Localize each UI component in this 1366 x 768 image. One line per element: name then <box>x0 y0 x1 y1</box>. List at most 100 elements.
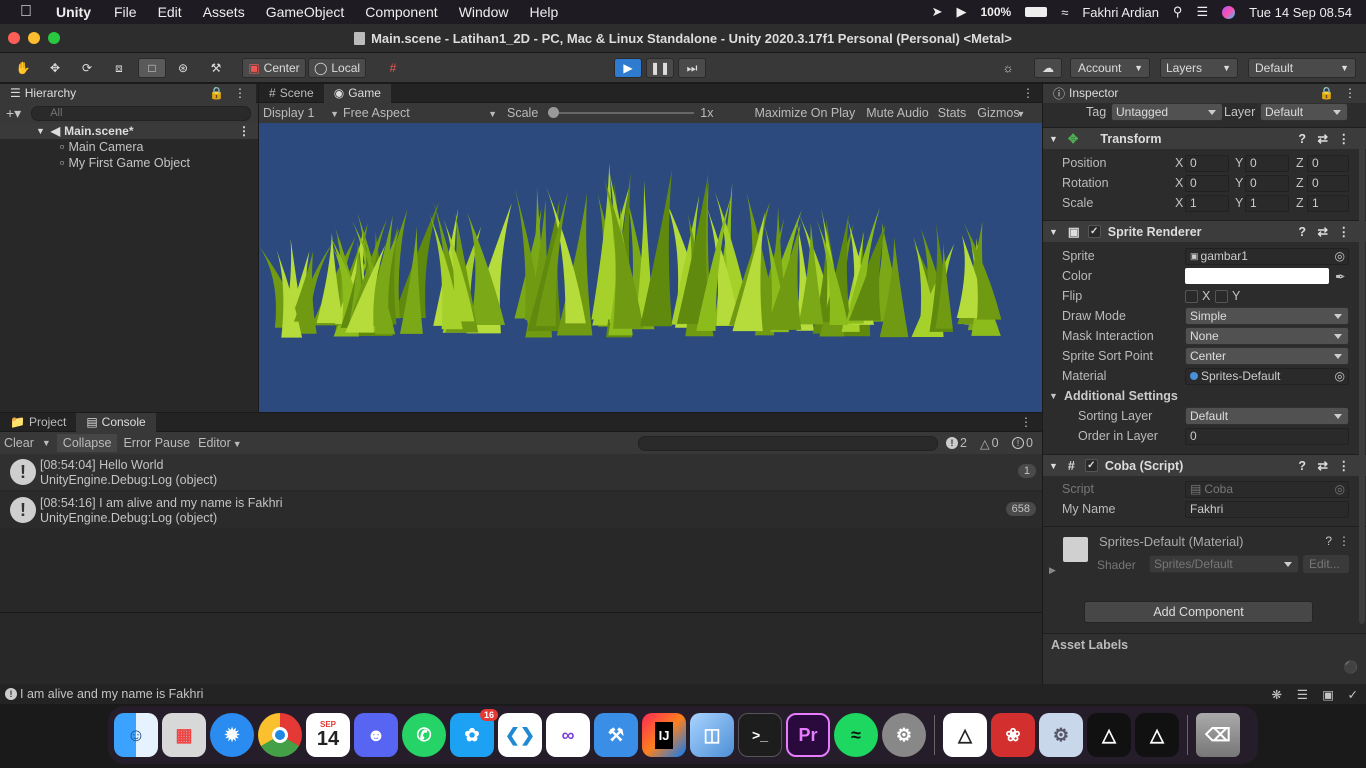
log-count-toggle[interactable]: ! 2 <box>946 436 967 450</box>
dock-whatsapp[interactable]: ✆ <box>402 713 446 757</box>
close-window-button[interactable] <box>8 32 20 44</box>
menu-edit[interactable]: Edit <box>158 4 182 20</box>
layers-dropdown[interactable]: Layers ▼ <box>1160 58 1238 78</box>
preset-icon[interactable]: ⇄ <box>1318 131 1328 146</box>
bug-icon[interactable]: ❋ <box>1272 687 1282 702</box>
lock-icon[interactable]: 🔒 <box>209 86 224 100</box>
pause-button[interactable]: ❚❚ <box>646 58 674 78</box>
menu-component[interactable]: Component <box>365 4 437 20</box>
dock-discord[interactable]: ☻ <box>354 713 398 757</box>
scale-tool-icon[interactable]: ⧈ <box>106 58 132 78</box>
help-icon[interactable]: ? <box>1325 534 1332 548</box>
dock-system-preferences[interactable]: ⚙ <box>882 713 926 757</box>
dock-spotify[interactable]: ≈ <box>834 713 878 757</box>
check-icon[interactable]: ✓ <box>1348 687 1358 702</box>
play-button[interactable]: ▶ <box>614 58 642 78</box>
pivot-center-button[interactable]: ▣ Center <box>242 58 306 78</box>
custom-tool-icon[interactable]: ⚒ <box>202 58 230 78</box>
send-icon[interactable]: ➤ <box>932 4 943 20</box>
maximize-on-play-toggle[interactable]: Maximize On Play <box>754 106 855 120</box>
object-picker-icon[interactable]: ◎ <box>1335 369 1345 383</box>
transform-tool-icon[interactable]: ⊛ <box>170 58 196 78</box>
menu-help[interactable]: Help <box>529 4 558 20</box>
flip-y-checkbox[interactable] <box>1215 289 1228 303</box>
expand-arrow-icon[interactable]: ▼ <box>1049 134 1058 144</box>
display-dropdown[interactable]: Display 1 ▼ <box>263 106 339 120</box>
scale-z-field[interactable]: 1 <box>1307 194 1349 212</box>
rotation-x-field[interactable]: 0 <box>1185 174 1229 192</box>
cache-icon[interactable]: ▣ <box>1322 687 1334 702</box>
scale-x-field[interactable]: 1 <box>1185 194 1229 212</box>
material-field[interactable]: Sprites-Default ◎ <box>1185 367 1349 385</box>
mask-interaction-dropdown[interactable]: None <box>1185 327 1349 345</box>
script-enabled-checkbox[interactable]: ✓ <box>1084 459 1098 472</box>
status-message[interactable]: I am alive and my name is Fakhri <box>20 687 203 701</box>
menu-window[interactable]: Window <box>459 4 509 20</box>
more-icon[interactable]: ⋮ <box>1020 415 1032 429</box>
spotlight-icon[interactable]: ⚲ <box>1173 4 1183 20</box>
more-icon[interactable]: ⋮ <box>1338 224 1351 239</box>
error-pause-toggle[interactable]: Error Pause <box>123 436 190 450</box>
sprite-renderer-enabled-checkbox[interactable]: ✓ <box>1087 225 1101 238</box>
eyedropper-icon[interactable]: ✒ <box>1335 269 1345 284</box>
flip-x-checkbox[interactable] <box>1185 289 1198 303</box>
dock-unity-hub[interactable]: △ <box>943 713 987 757</box>
dock-intellij[interactable]: IJ <box>642 713 686 757</box>
dock-vscode[interactable]: ❮❯ <box>498 713 542 757</box>
move-tool-icon[interactable]: ✥ <box>42 58 68 78</box>
control-center-icon[interactable]: ☰ <box>1196 4 1208 20</box>
tab-game[interactable]: ◉ Game <box>323 83 391 103</box>
sort-point-dropdown[interactable]: Center <box>1185 347 1349 365</box>
stack-icon[interactable]: ☰ <box>1297 687 1308 702</box>
hierarchy-search-input[interactable] <box>31 105 252 121</box>
tab-hierarchy[interactable]: ☰ Hierarchy 🔒 ⋮ <box>0 83 256 103</box>
add-icon[interactable]: +▾ <box>6 105 21 122</box>
dock-launchpad[interactable]: ▦ <box>162 713 206 757</box>
dock-acrobat[interactable]: ❀ <box>991 713 1035 757</box>
sprite-renderer-header[interactable]: ▼ ▣ ✓ Sprite Renderer ? ⇄ ⋮ <box>1043 220 1366 242</box>
gizmos-dropdown[interactable]: Gizmos ▼ <box>977 106 1025 120</box>
position-z-field[interactable]: 0 <box>1307 154 1349 172</box>
shader-edit-button[interactable]: Edit... <box>1303 555 1349 573</box>
hierarchy-item[interactable]: ▫ My First Game Object <box>60 155 190 171</box>
clock[interactable]: Tue 14 Sep 08.54 <box>1249 5 1352 20</box>
layer-dropdown[interactable]: Default <box>1260 103 1348 121</box>
apple-icon[interactable]:  <box>20 3 32 21</box>
console-search-input[interactable] <box>638 435 938 451</box>
mute-audio-toggle[interactable]: Mute Audio <box>866 106 929 120</box>
add-component-button[interactable]: Add Component <box>1084 601 1313 623</box>
lock-icon[interactable]: 🔒 <box>1319 86 1334 100</box>
scale-y-field[interactable]: 1 <box>1245 194 1289 212</box>
sprite-field[interactable]: ▣ gambar1 ◎ <box>1185 247 1349 265</box>
dock-settings[interactable]: ⚙ <box>1039 713 1083 757</box>
menu-app-unity[interactable]: Unity <box>56 4 91 20</box>
dock-calendar[interactable]: SEP 14 <box>306 713 350 757</box>
clear-options-icon[interactable]: ▼ <box>42 438 51 448</box>
expand-arrow-icon[interactable]: ▼ <box>36 126 45 136</box>
scale-slider-thumb[interactable] <box>548 107 560 118</box>
error-count-toggle[interactable]: ! 0 <box>1012 436 1033 450</box>
game-view[interactable] <box>259 123 1042 412</box>
dock-unity[interactable]: △ <box>1087 713 1131 757</box>
hand-tool-icon[interactable]: ✋ <box>10 58 36 78</box>
rect-tool-icon[interactable]: □ <box>138 58 166 78</box>
scene-row[interactable]: ▼ ◀ Main.scene* ⋮ <box>0 123 258 139</box>
tag-dropdown[interactable]: Untagged <box>1111 103 1223 121</box>
object-picker-icon[interactable]: ◎ <box>1335 249 1345 263</box>
wifi-icon[interactable]: ≈ <box>1061 5 1068 20</box>
maximize-window-button[interactable] <box>48 32 60 44</box>
expand-arrow-icon[interactable]: ▼ <box>1049 227 1058 237</box>
more-icon[interactable]: ⋮ <box>234 86 246 100</box>
inspector-scrollbar[interactable] <box>1359 144 1365 624</box>
rotation-z-field[interactable]: 0 <box>1307 174 1349 192</box>
tab-console[interactable]: ▤ Console <box>76 412 156 432</box>
expand-arrow-icon[interactable]: ▶ <box>1049 565 1056 576</box>
editor-dropdown[interactable]: Editor ▼ <box>198 436 242 450</box>
clear-button[interactable]: Clear <box>4 436 34 450</box>
cloud-icon[interactable]: ☁ <box>1034 58 1062 78</box>
console-entry[interactable]: ! [08:54:04] Hello World UnityEngine.Deb… <box>0 454 1042 490</box>
help-icon[interactable]: ? <box>1298 132 1306 146</box>
my-name-field[interactable]: Fakhri <box>1185 500 1349 518</box>
preset-icon[interactable]: ⇄ <box>1318 224 1328 239</box>
rotate-tool-icon[interactable]: ⟳ <box>74 58 100 78</box>
